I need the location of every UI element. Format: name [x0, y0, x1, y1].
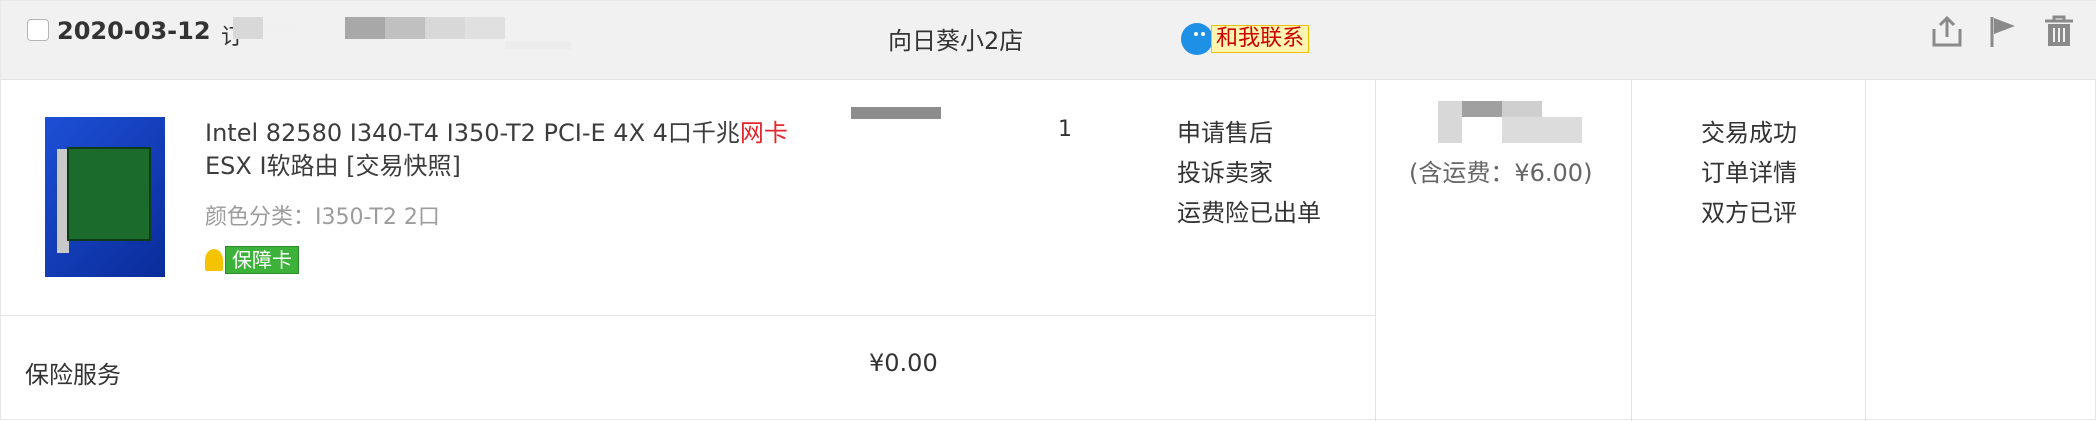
column-divider: [1375, 80, 1376, 421]
quantity: 1: [1058, 117, 1072, 142]
product-title-link[interactable]: Intel 82580 I340-T4 I350-T2 PCI-E 4X 4口千…: [205, 117, 805, 183]
shipping-insurance-link[interactable]: 运费险已出单: [1177, 193, 1321, 233]
column-divider: [1865, 80, 1866, 421]
item-actions: 申请售后 投诉卖家 运费险已出单: [1177, 113, 1321, 233]
order-number-redacted: [263, 17, 303, 39]
shipping-fee-note: (含运费：¥6.00): [1409, 159, 1593, 187]
review-status: 双方已评: [1701, 199, 1797, 227]
thumbnail-card: [67, 147, 151, 241]
shop-name-link[interactable]: 向日葵小2店: [888, 21, 1023, 56]
product-title-part: Intel 82580 I340-T4 I350-T2 PCI-E 4X 4口千…: [205, 119, 740, 147]
row-divider: [1, 315, 1375, 316]
contact-seller-label: 和我联系: [1211, 25, 1310, 53]
order-number-redacted: [345, 17, 385, 39]
complain-seller-link[interactable]: 投诉卖家: [1177, 153, 1317, 193]
order-number-redacted: [505, 41, 571, 49]
insurance-service-price: ¥0.00: [869, 349, 938, 377]
guarantee-flower-icon: [205, 249, 223, 271]
flag-icon[interactable]: [1985, 13, 2021, 49]
order-select-checkbox[interactable]: [27, 19, 49, 41]
apply-after-sale-link[interactable]: 申请售后: [1177, 113, 1317, 153]
order-date: 2020-03-12: [57, 17, 211, 45]
product-title-part: ESX I软路由 [交易快照]: [205, 152, 461, 180]
unit-price-redacted: [851, 107, 941, 119]
trade-status: 交易成功: [1701, 119, 1797, 147]
order-number-redacted: [425, 17, 465, 39]
insurance-service-label: 保险服务: [25, 361, 121, 389]
column-divider: [1631, 80, 1632, 421]
total-price-redacted: [1438, 101, 1582, 143]
order-details-link[interactable]: 订单详情: [1701, 153, 1797, 193]
order-header: 2020-03-12 订 向日葵小2店 和我联系: [1, 1, 2096, 80]
order-number-redacted: [385, 17, 425, 39]
guarantee-card-badge[interactable]: 保障卡: [205, 245, 299, 275]
product-spec: 颜色分类：I350-T2 2口: [205, 205, 440, 230]
order-number-redacted: [233, 17, 263, 39]
product-title-highlight: 网卡: [739, 119, 788, 147]
order-number-redacted: [465, 17, 505, 39]
share-icon[interactable]: [1929, 13, 1965, 49]
product-thumbnail[interactable]: [45, 117, 165, 277]
guarantee-card-label: 保障卡: [225, 246, 299, 274]
order-status: 交易成功 订单详情 双方已评: [1701, 113, 1797, 233]
chat-bubble-icon: [1181, 23, 1213, 55]
order-card: 2020-03-12 订 向日葵小2店 和我联系 Intel 82580 I34…: [0, 0, 2096, 421]
trash-icon[interactable]: [2041, 13, 2077, 49]
